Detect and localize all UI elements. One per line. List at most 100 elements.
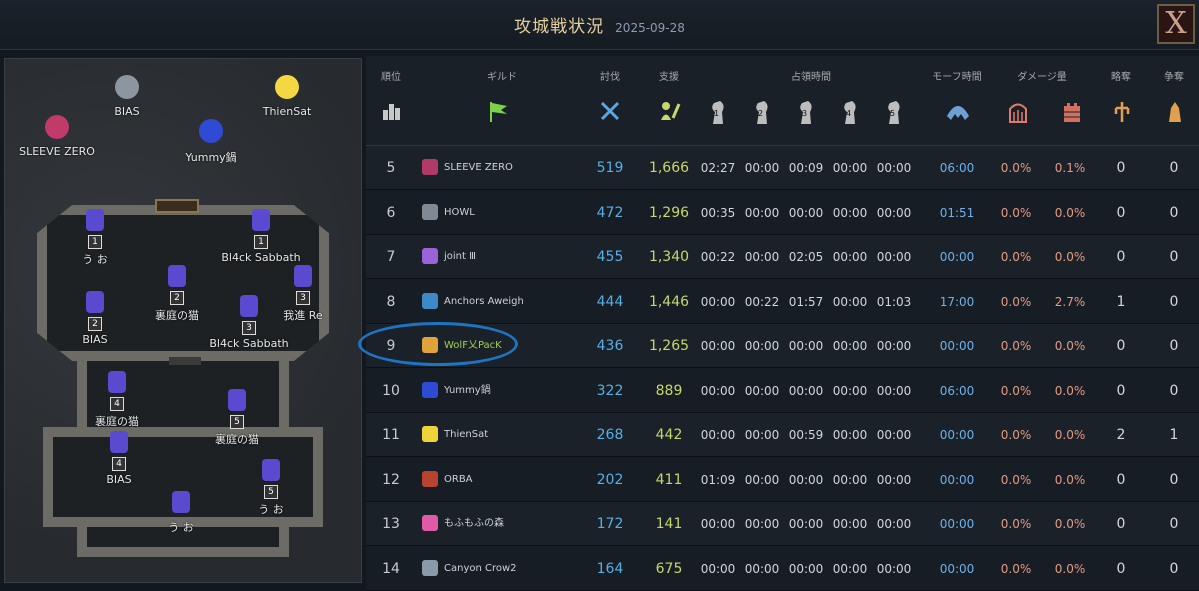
title-wrap: 攻城戦状況 2025-09-28: [0, 12, 1199, 37]
map-marker-label: 裏庭の猫: [215, 433, 259, 446]
castle-inner-gate: [169, 357, 201, 365]
morph-time-cell: 00:00: [939, 472, 975, 487]
occupy-point-3-icon: 3: [794, 100, 818, 134]
occupy-time-cell: 00:00: [700, 428, 736, 442]
table-header-labels: 順位 ギルド 討伐 支援 占領時間 モーフ時間 ダメージ量 略奪 争奪: [366, 56, 1199, 90]
occupy-time-cell: 00:00: [832, 339, 868, 353]
map-marker-label: BIAS: [106, 473, 132, 486]
kill-count-cell: 519: [596, 160, 624, 176]
occupy-time-cell: 00:00: [744, 428, 780, 442]
morph-time-cell: 00:00: [939, 428, 975, 442]
occupy-time-cell: 00:00: [744, 517, 780, 531]
occupy-time-cell: 00:00: [832, 472, 868, 487]
occupy-time-cell: 00:00: [700, 339, 736, 353]
occupy-time-cell: 00:00: [788, 205, 824, 220]
map-marker-label: BIAS: [82, 333, 108, 346]
guild-name-cell: Yummy鍋: [422, 369, 612, 413]
header-contest: 争奪: [1164, 72, 1184, 83]
occupy-time-cell: 00:00: [744, 250, 780, 264]
wall-damage-cell: 0.1%: [1054, 161, 1086, 175]
contest-count-cell: 0: [1169, 382, 1179, 399]
gate-damage-cell: 0.0%: [1000, 383, 1032, 398]
close-button[interactable]: X: [1157, 4, 1195, 44]
table-row[interactable]: 6 HOWL 472 1,296 00:35 00:00 00:00 00:00 00:00 01…: [366, 190, 1199, 235]
raid-count-cell: 0: [1116, 516, 1126, 532]
contest-count-cell: 0: [1169, 160, 1179, 176]
map-guild-marker[interactable]: BIAS: [67, 75, 187, 118]
raid-count-cell: 0: [1116, 471, 1126, 488]
morph-time-cell: 00:00: [939, 517, 975, 531]
guild-emblem-icon: [422, 559, 438, 576]
map-occupy-marker[interactable]: 1 Bl4ck Sabbath: [201, 209, 321, 264]
occupy-time-cell: 00:00: [744, 472, 780, 487]
occupy-time-cell: 00:22: [744, 294, 780, 309]
table-row[interactable]: 8 Anchors Aweigh 444 1,446 00:00 00:22 01:57 00…: [366, 279, 1199, 324]
table-row[interactable]: 13 もふもふの森 172 141 00:00 00:00 00:00 00:00 00:00 0…: [366, 502, 1199, 546]
map-marker-label: Bl4ck Sabbath: [209, 337, 289, 350]
occupy-time-cell: 00:00: [876, 383, 912, 398]
map-occupy-marker[interactable]: 2 BIAS: [35, 291, 155, 346]
contest-count-cell: 0: [1169, 516, 1179, 532]
map-occupy-marker[interactable]: 3 Bl4ck Sabbath: [189, 295, 309, 350]
map-occupy-marker[interactable]: 5 裏庭の猫: [177, 389, 297, 447]
contest-count-cell: 1: [1169, 427, 1179, 443]
wall-damage-cell: 0.0%: [1054, 383, 1086, 398]
map-occupy-marker[interactable]: 4 裏庭の猫: [57, 371, 177, 429]
table-row[interactable]: 10 Yummy鍋 322 889 00:00 00:00 00:00 00:00 00:00 0…: [366, 368, 1199, 413]
table-row[interactable]: 7 joint Ⅲ 455 1,340 00:22 00:00 02:05 00:00 00:0…: [366, 235, 1199, 279]
occupy-point-number: 5: [264, 485, 278, 499]
occupy-time-cell: 02:27: [700, 161, 736, 175]
kill-count-cell: 444: [596, 293, 624, 310]
guild-name: Canyon Crow2: [444, 562, 517, 574]
header-guild: ギルド: [487, 72, 517, 83]
guild-emblem-icon: [422, 515, 438, 531]
occupy-time-cell: 00:00: [876, 161, 912, 175]
occupy-time-cell: 00:00: [832, 561, 868, 576]
occupy-time-cell: 00:00: [876, 561, 912, 576]
ranking-table: 順位 ギルド 討伐 支援 占領時間 モーフ時間 ダメージ量 略奪 争奪 1234…: [366, 56, 1199, 591]
gate-damage-cell: 0.0%: [1000, 161, 1032, 175]
occupy-time-cell: 00:00: [744, 205, 780, 220]
occupy-time-cell: 00:00: [876, 205, 912, 220]
occupy-time-cell: 00:00: [832, 161, 868, 175]
header-occupy: 占領時間: [791, 72, 831, 83]
occupy-time-cell: 00:00: [744, 339, 780, 353]
guild-emblem-icon: [275, 75, 299, 99]
table-row[interactable]: 5 SLEEVE ZERO 519 1,666 02:27 00:00 00:09 00:00…: [366, 146, 1199, 190]
occupy-time-cell: 00:00: [832, 294, 868, 309]
occupy-time-cell: 00:09: [788, 161, 824, 175]
contest-count-cell: 0: [1169, 249, 1179, 265]
support-count-cell: 442: [655, 427, 683, 443]
guild-emblem-icon: [172, 491, 190, 513]
map-guild-marker[interactable]: ThienSat: [227, 75, 347, 118]
map-occupy-marker[interactable]: 1う お: [35, 209, 155, 267]
table-header-icons: 1 2 3 4 5: [366, 90, 1199, 146]
map-occupy-marker[interactable]: 4 BIAS: [59, 431, 179, 486]
occupy-point-number: 2: [170, 291, 184, 305]
support-count-cell: 889: [655, 382, 683, 399]
map-marker-label: ThienSat: [262, 105, 312, 118]
map-occupy-marker[interactable]: う お: [121, 491, 241, 535]
occupy-point-2-icon: 2: [750, 100, 774, 134]
table-row[interactable]: 12 ORBA 202 411 01:09 00:00 00:00 00:00 00:00 00:…: [366, 457, 1199, 502]
raid-count-cell: 2: [1116, 427, 1126, 443]
rank-cell: 5: [386, 160, 396, 176]
occupy-time-cell: 00:00: [788, 383, 824, 398]
occupy-time-cell: 00:00: [788, 561, 824, 576]
map-marker-label: SLEEVE ZERO: [19, 145, 95, 158]
guild-name: Yummy鍋: [444, 384, 491, 396]
map-guild-marker[interactable]: Yummy鍋: [151, 119, 271, 165]
table-row[interactable]: 14 Canyon Crow2 164 675 00:00 00:00 00:00 00:00…: [366, 546, 1199, 591]
raid-count-cell: 0: [1116, 560, 1126, 577]
gate-damage-cell: 0.0%: [1000, 472, 1032, 487]
occupy-time-cell: 00:00: [744, 383, 780, 398]
gate-damage-cell: 0.0%: [1000, 250, 1032, 264]
occupy-time-cell: 00:00: [876, 428, 912, 442]
table-row[interactable]: 11 ThienSat 268 442 00:00 00:00 00:59 00:00 00:0…: [366, 413, 1199, 457]
occupy-time-cell: 00:35: [700, 205, 736, 220]
guild-name-cell: Anchors Aweigh: [422, 280, 612, 324]
support-icon: [658, 100, 682, 134]
rank-cell: 7: [386, 249, 396, 265]
contest-count-cell: 0: [1169, 338, 1179, 354]
map-guild-marker[interactable]: SLEEVE ZERO: [5, 115, 117, 158]
